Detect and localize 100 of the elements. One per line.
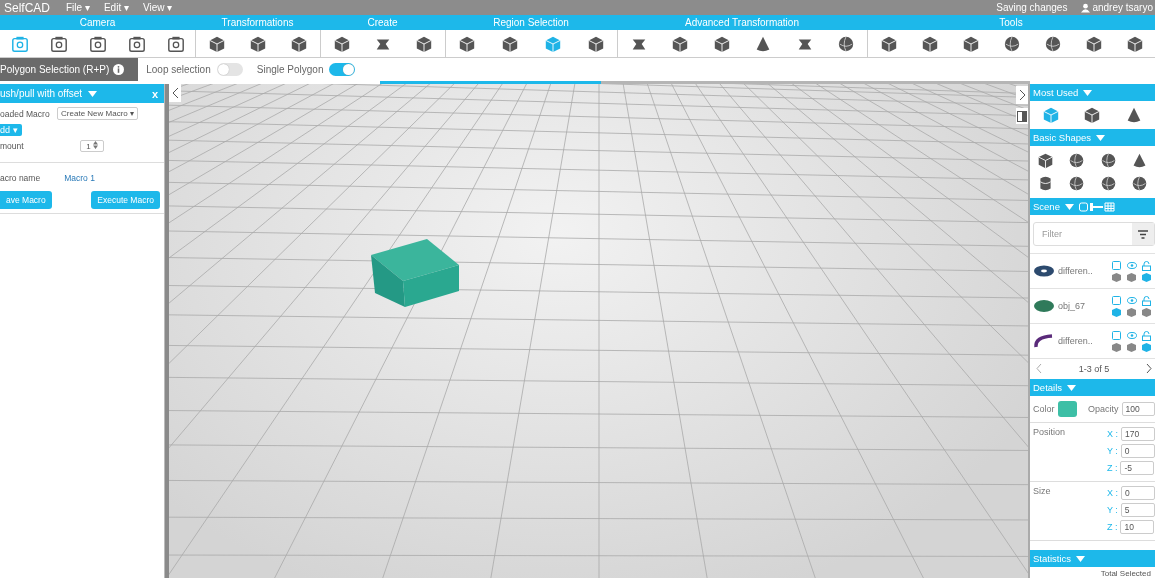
camera-icon[interactable] [127, 34, 146, 53]
statistics-columns: Total Selected [1100, 569, 1151, 578]
cube-icon[interactable] [332, 34, 351, 53]
object-name[interactable]: differen.. [1058, 266, 1109, 276]
group-label: Size [1033, 486, 1051, 498]
box-icon[interactable] [1127, 307, 1136, 317]
cube-icon[interactable] [712, 34, 731, 53]
section-title: Most Used [1033, 87, 1079, 98]
cube-icon[interactable] [290, 34, 309, 53]
toggle-switch[interactable] [329, 63, 356, 76]
axis-label: X : [1107, 429, 1118, 439]
section-header[interactable]: Scene [1030, 198, 1155, 215]
sphere-icon[interactable] [1099, 152, 1117, 169]
toggle-label: Single Polygon [256, 64, 324, 75]
sphere-icon[interactable] [1130, 175, 1148, 192]
cube-icon[interactable] [879, 34, 898, 53]
page-info: 1-3 of 5 [1078, 364, 1110, 374]
category-label: Region Selection [445, 15, 617, 30]
caret-icon [1067, 384, 1077, 391]
selection-mode-label: Polygon Selection (R+P) [0, 58, 114, 81]
category-label: Tools [867, 15, 1155, 30]
number-field[interactable]: 170 [1121, 427, 1155, 441]
menu-item[interactable]: File ▾ [66, 2, 90, 13]
cube-icon[interactable] [458, 34, 477, 53]
menu-item[interactable]: Edit ▾ [103, 2, 129, 13]
view-size-slider-icon[interactable] [1078, 201, 1115, 212]
app-logo[interactable]: SelfCAD [0, 0, 50, 15]
sphere-icon[interactable] [1068, 152, 1086, 169]
sphere-icon[interactable] [837, 34, 856, 53]
color-swatch[interactable] [1057, 401, 1078, 417]
collapse-left-button[interactable] [169, 84, 181, 102]
cube-icon[interactable] [415, 34, 434, 53]
cube-icon[interactable] [920, 34, 939, 53]
menu-item[interactable]: View ▾ [142, 2, 173, 13]
close-button[interactable]: x [151, 87, 158, 100]
object-name[interactable]: differen.. [1058, 336, 1109, 346]
macro-button[interactable]: Execute Macro [91, 191, 160, 209]
section-title: Basic Shapes [1033, 132, 1092, 143]
axis-label: Z : [1107, 463, 1118, 473]
caret-icon [1064, 203, 1074, 210]
box-icon[interactable] [1142, 307, 1151, 317]
sphere-icon[interactable] [1099, 175, 1117, 192]
sphere-icon[interactable] [1043, 34, 1062, 53]
cube-icon[interactable] [501, 34, 520, 53]
box-icon[interactable] [1127, 342, 1136, 352]
sphere-icon[interactable] [1068, 175, 1086, 192]
field-label: Color [1033, 404, 1055, 414]
chevron-left-icon[interactable] [171, 88, 179, 98]
number-field[interactable]: 0 [1121, 486, 1155, 500]
section-header[interactable]: Details [1030, 379, 1155, 396]
collapse-right-button[interactable] [1016, 86, 1028, 104]
amount-field[interactable]: 1 [80, 140, 104, 152]
box-icon[interactable] [1112, 342, 1121, 352]
cube-icon[interactable] [671, 34, 690, 53]
macro-name-value[interactable]: Macro 1 [64, 173, 95, 183]
axis-label: Z : [1107, 522, 1118, 532]
macro-button[interactable]: ave Macro [0, 191, 52, 209]
number-field[interactable]: -5 [1120, 461, 1155, 475]
section-header[interactable]: Basic Shapes [1030, 129, 1155, 146]
save-status: Saving changes [996, 2, 1068, 13]
macro-dropdown[interactable]: Create New Macro ▾ [57, 107, 138, 120]
add-button[interactable]: dd ▾ [0, 124, 22, 136]
chevron-right-icon[interactable] [1018, 90, 1026, 100]
cube-icon[interactable] [1084, 34, 1103, 53]
toggle-switch[interactable] [216, 63, 243, 76]
number-field[interactable]: 5 [1120, 503, 1155, 517]
checkbox-icon[interactable] [1112, 295, 1121, 305]
cube-icon[interactable] [586, 34, 605, 53]
section-header[interactable]: Most Used [1030, 84, 1155, 101]
caret-icon [1076, 555, 1085, 562]
number-field[interactable]: 10 [1120, 520, 1155, 534]
cube-icon[interactable] [207, 34, 226, 53]
spinner-arrows-icon[interactable] [93, 141, 98, 149]
checkbox-icon[interactable] [1112, 260, 1121, 270]
user-name[interactable]: andrey tsaryo [1092, 2, 1153, 13]
section-header[interactable]: Statistics [1030, 550, 1155, 567]
number-field[interactable]: 0 [1120, 444, 1155, 458]
cube-icon[interactable] [961, 34, 980, 53]
camera-icon[interactable] [166, 34, 185, 53]
cube-icon[interactable] [1037, 152, 1055, 169]
object-name[interactable]: obj_67 [1058, 301, 1109, 311]
info-icon[interactable] [113, 58, 139, 81]
cube-icon[interactable] [249, 34, 267, 53]
cube-icon[interactable] [1125, 34, 1144, 53]
toggle-label: Loop selection [146, 64, 211, 75]
section-title: Scene [1033, 201, 1060, 212]
box-icon[interactable] [1127, 272, 1136, 282]
camera-icon[interactable] [88, 34, 107, 53]
camera-icon[interactable] [49, 34, 68, 53]
sphere-icon[interactable] [1002, 34, 1021, 53]
user-icon [1081, 2, 1091, 13]
field-label: Opacity [1088, 404, 1119, 414]
field-label: mount [0, 141, 24, 151]
panel-title[interactable]: ush/pull with offset [0, 88, 83, 99]
box-icon[interactable] [1112, 272, 1121, 282]
group-label: Position [1033, 427, 1066, 439]
opacity-field[interactable]: 100 [1121, 402, 1155, 416]
axis-label: Y : [1107, 505, 1118, 515]
checkbox-icon[interactable] [1112, 330, 1121, 340]
cube-icon[interactable] [1083, 106, 1102, 124]
